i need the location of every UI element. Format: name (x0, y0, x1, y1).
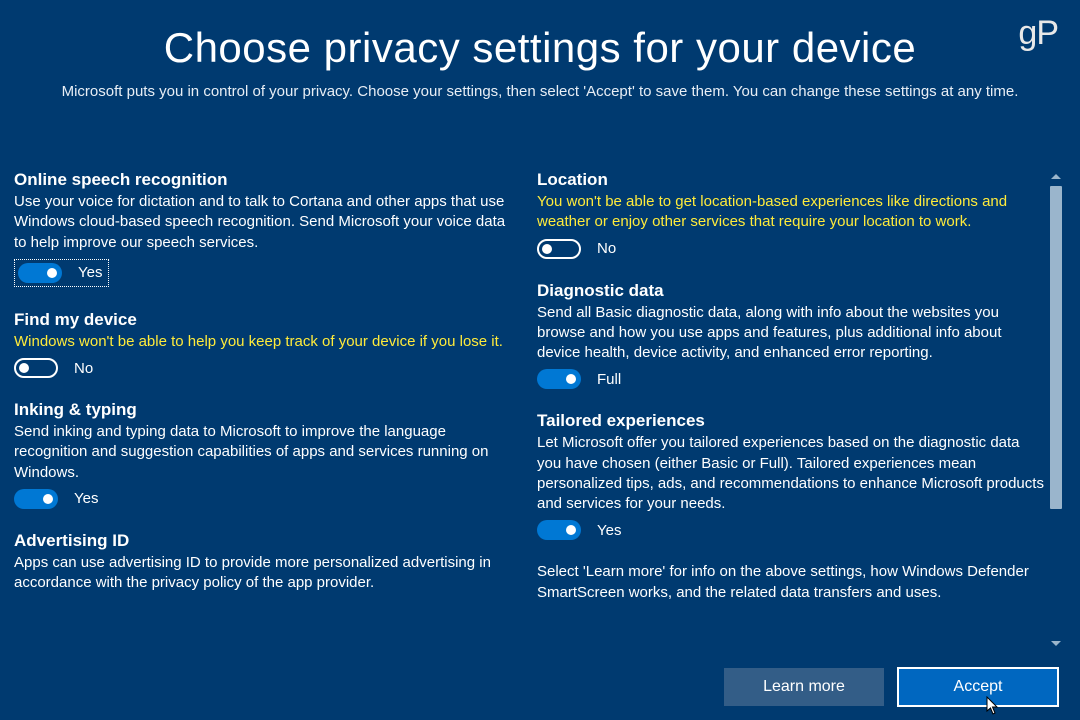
learn-more-info-text: Select 'Learn more' for info on the abov… (537, 562, 1044, 603)
setting-title: Inking & typing (14, 400, 521, 420)
location-toggle[interactable] (537, 239, 581, 259)
page-subtitle: Microsoft puts you in control of your pr… (60, 82, 1020, 102)
footer-buttons: Learn more Accept (724, 668, 1058, 706)
learn-more-button[interactable]: Learn more (724, 668, 884, 706)
toggle-label: Yes (78, 264, 102, 281)
right-column: Location You won't be able to get locati… (537, 170, 1044, 650)
toggle-label: No (74, 360, 93, 377)
settings-scroll-area: Online speech recognition Use your voice… (14, 170, 1066, 650)
setting-inking-typing: Inking & typing Send inking and typing d… (14, 400, 521, 509)
page-title: Choose privacy settings for your device (40, 24, 1040, 72)
scroll-down-icon[interactable] (1051, 641, 1061, 646)
focused-toggle-outline: Yes (14, 259, 109, 287)
toggle-label: No (597, 240, 616, 257)
setting-description: Apps can use advertising ID to provide m… (14, 553, 521, 594)
setting-title: Location (537, 170, 1044, 190)
tailored-experiences-toggle[interactable] (537, 520, 581, 540)
setting-description: You won't be able to get location-based … (537, 192, 1044, 233)
diagnostic-data-toggle[interactable] (537, 369, 581, 389)
scroll-track[interactable] (1050, 186, 1062, 634)
setting-advertising-id: Advertising ID Apps can use advertising … (14, 531, 521, 594)
toggle-label: Yes (597, 522, 621, 539)
toggle-knob (566, 525, 576, 535)
left-column: Online speech recognition Use your voice… (14, 170, 521, 650)
setting-description: Use your voice for dictation and to talk… (14, 192, 521, 253)
setting-online-speech: Online speech recognition Use your voice… (14, 170, 521, 288)
toggle-knob (542, 244, 552, 254)
inking-typing-toggle[interactable] (14, 489, 58, 509)
header: Choose privacy settings for your device … (0, 0, 1080, 102)
setting-tailored-experiences: Tailored experiences Let Microsoft offer… (537, 411, 1044, 540)
settings-columns: Online speech recognition Use your voice… (14, 170, 1044, 650)
setting-title: Find my device (14, 310, 521, 330)
setting-diagnostic-data: Diagnostic data Send all Basic diagnosti… (537, 281, 1044, 390)
toggle-knob (566, 374, 576, 384)
setting-find-my-device: Find my device Windows won't be able to … (14, 310, 521, 378)
watermark-text: gP (1018, 14, 1058, 53)
toggle-knob (19, 363, 29, 373)
setting-title: Tailored experiences (537, 411, 1044, 431)
setting-description: Windows won't be able to help you keep t… (14, 332, 521, 352)
toggle-knob (47, 268, 57, 278)
setting-description: Send all Basic diagnostic data, along wi… (537, 303, 1044, 364)
toggle-label: Full (597, 371, 621, 388)
setting-location: Location You won't be able to get locati… (537, 170, 1044, 259)
setting-title: Diagnostic data (537, 281, 1044, 301)
setting-description: Let Microsoft offer you tailored experie… (537, 433, 1044, 514)
speech-toggle[interactable] (18, 263, 62, 283)
setting-title: Online speech recognition (14, 170, 521, 190)
setting-description: Send inking and typing data to Microsoft… (14, 422, 521, 483)
scroll-up-icon[interactable] (1051, 174, 1061, 179)
vertical-scrollbar[interactable] (1048, 170, 1064, 650)
toggle-label: Yes (74, 490, 98, 507)
scroll-thumb[interactable] (1050, 186, 1062, 509)
find-my-device-toggle[interactable] (14, 358, 58, 378)
toggle-knob (43, 494, 53, 504)
accept-button[interactable]: Accept (898, 668, 1058, 706)
setting-title: Advertising ID (14, 531, 521, 551)
